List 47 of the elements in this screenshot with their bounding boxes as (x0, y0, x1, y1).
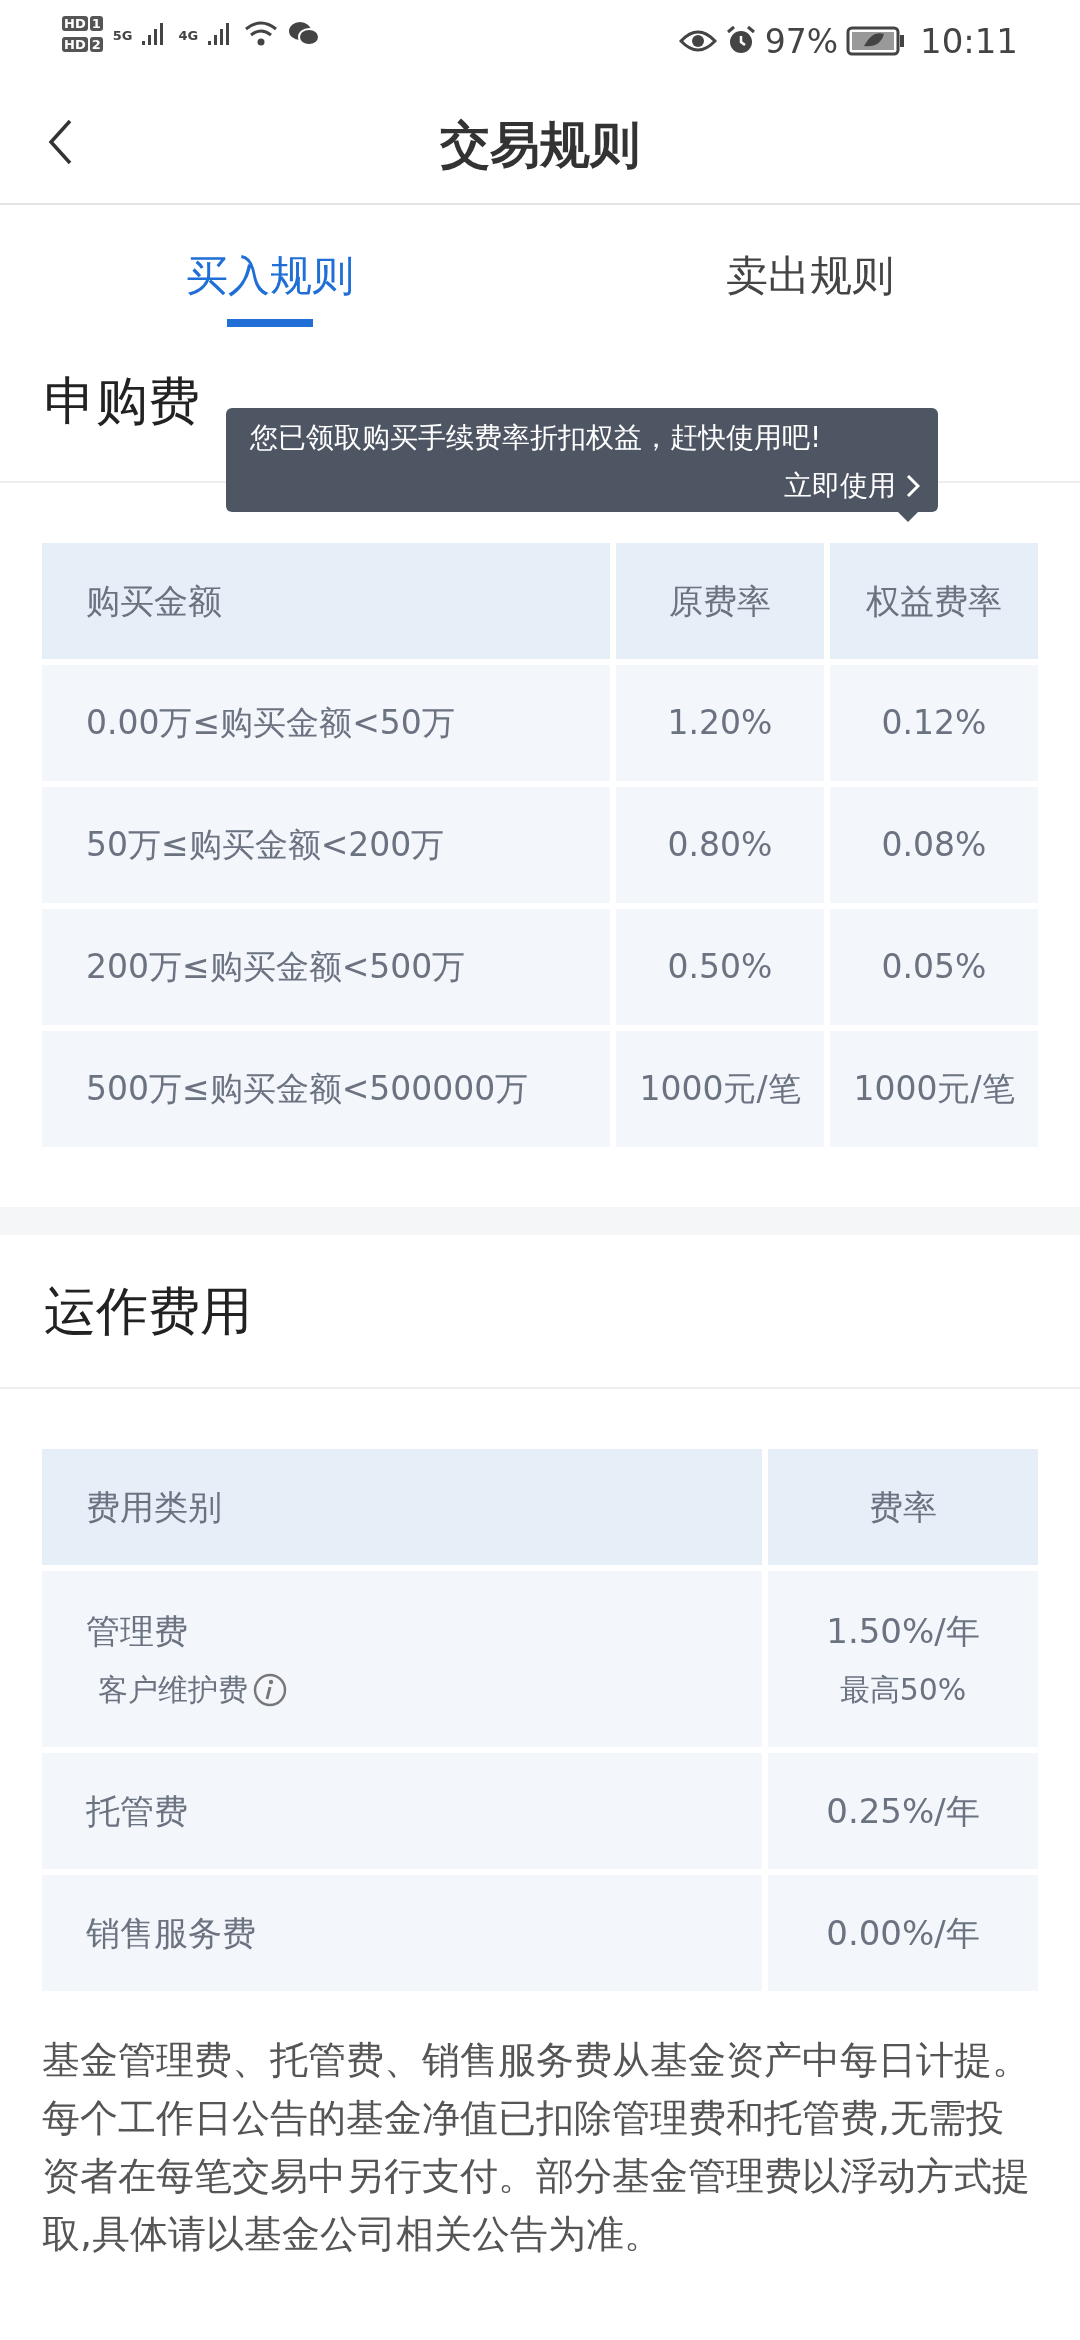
table-cell: 0.05% (830, 909, 1038, 1025)
battery-percent: 97% (764, 24, 838, 58)
table-cell-text: 1.50%/年 (826, 1610, 980, 1653)
fee-note: 基金管理费、托管费、销售服务费从基金资产中每日计提。每个工作日公告的基金净值已扣除管理费和托管费,无需投资者在每笔交易中另行支付。部分基金管理费以浮动方式提取,具体请以基金公司相关公告为准。 (41, 2037, 1031, 2258)
sim-label: HD (62, 37, 88, 52)
table-cell: 200万≤购买金额<500万 (42, 909, 610, 1025)
column-header: 原费率 (616, 543, 824, 659)
clock-time: 10:11 (920, 24, 1018, 58)
table-cell-text: 管理费 (86, 1610, 189, 1653)
column-header: 购买金额 (42, 543, 610, 659)
back-icon (46, 118, 74, 166)
sim-slot: 1 (89, 16, 103, 31)
table-cell: 0.08% (830, 787, 1038, 903)
battery-icon (846, 26, 906, 56)
table-cell: 0.80% (616, 787, 824, 903)
table-cell: 50万≤购买金额<200万 (42, 787, 610, 903)
sub-item-label: 客户维护费 (98, 1671, 248, 1709)
table-cell-text: 0.25%/年 (826, 1789, 980, 1833)
eye-icon (678, 29, 717, 53)
sim-slot: 2 (89, 37, 103, 52)
table-cell: 1000元/笔 (830, 1031, 1038, 1147)
section-title: 申购费 (44, 375, 200, 427)
table-cell: 500万≤购买金额<500000万 (42, 1031, 610, 1147)
chevron-icon (906, 474, 920, 498)
tab[interactable]: 卖出规则 (540, 205, 1080, 329)
table-cell: 0.00万≤购买金额<50万 (42, 665, 610, 781)
use-now-link[interactable]: 立即使用 (784, 468, 920, 504)
table-cell: 0.50% (616, 909, 824, 1025)
table-cell-text: 0.00%/年 (826, 1911, 980, 1955)
network-type: 5G (112, 27, 133, 45)
network-type: 4G (178, 27, 199, 45)
section-title: 运作费用 (44, 1285, 252, 1337)
table-cell-text: 最高50% (839, 1671, 967, 1709)
page-title: 交易规则 (440, 120, 640, 170)
table-cell: 1.20% (616, 665, 824, 781)
table-cell-text: 销售服务费 (86, 1911, 257, 1955)
wifi-icon (244, 20, 279, 48)
tooltip-text: 您已领取购买手续费率折扣权益，赶快使用吧! (250, 420, 823, 456)
table-cell-text: 托管费 (86, 1789, 189, 1833)
table-cell: 0.12% (830, 665, 1038, 781)
table-cell: 1000元/笔 (616, 1031, 824, 1147)
column-header: 费用类别 (42, 1449, 762, 1565)
tab[interactable]: 买入规则 (0, 205, 540, 329)
sim-label: HD (62, 16, 88, 31)
column-header: 权益费率 (830, 543, 1038, 659)
info-icon[interactable] (252, 1671, 288, 1708)
column-header: 费率 (768, 1449, 1038, 1565)
